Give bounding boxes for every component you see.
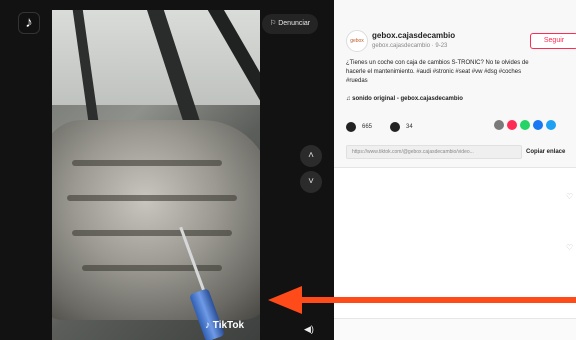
- like-count: 665: [362, 124, 373, 130]
- follow-button[interactable]: Seguir: [530, 33, 576, 49]
- gearbox-image: [52, 120, 260, 320]
- screen: ♪ ⚐ Denunciar ˄ ˅ ♪ TikTok ◀) gebox gebo…: [0, 0, 576, 340]
- gearbox-rib: [67, 195, 237, 201]
- report-button[interactable]: ⚐ Denunciar: [262, 14, 319, 34]
- comment-like-icon[interactable]: ♡: [566, 243, 573, 252]
- chevron-down-icon: ˅: [308, 176, 314, 187]
- whatsapp-icon[interactable]: [520, 120, 530, 130]
- tiktok-logo-icon[interactable]: ♪: [18, 12, 40, 34]
- comment-icon[interactable]: [390, 122, 401, 132]
- sound-link[interactable]: ♫ sonido original - gebox.cajasdecambio: [346, 96, 463, 102]
- twitter-icon[interactable]: [546, 120, 556, 130]
- video-description: ¿Tienes un coche con caja de cambios S-T…: [346, 59, 576, 86]
- details-panel: gebox gebox.cajasdecambio gebox.cajasdec…: [334, 0, 576, 340]
- comment-like-icon[interactable]: ♡: [566, 192, 573, 201]
- video-info: gebox gebox.cajasdecambio gebox.cajasdec…: [334, 0, 576, 168]
- video-link-field[interactable]: https://www.tiktok.com/@gebox.cajasdecam…: [346, 145, 522, 159]
- comment-bar[interactable]: [334, 318, 576, 340]
- gearbox-rib: [72, 230, 232, 236]
- copy-link-button[interactable]: Copiar enlace: [526, 145, 565, 159]
- send-icon[interactable]: [507, 120, 517, 130]
- comment-count: 34: [406, 124, 413, 130]
- watermark-label: TikTok: [212, 320, 245, 331]
- chevron-up-icon: ˄: [308, 150, 314, 161]
- like-icon[interactable]: [346, 122, 356, 132]
- username[interactable]: gebox.cajasdecambio: [372, 31, 455, 40]
- engagement-stats: 665 34: [346, 122, 413, 132]
- next-video-button[interactable]: ˅: [300, 171, 322, 193]
- description-line: #ruedas: [346, 78, 368, 84]
- avatar[interactable]: gebox: [346, 30, 368, 52]
- gearbox-rib: [72, 160, 222, 166]
- annotation-arrow-line: [300, 297, 576, 303]
- report-label: Denunciar: [278, 20, 311, 27]
- description-line: ¿Tienes un coche con caja de cambios S-T…: [346, 60, 529, 66]
- tiktok-watermark: ♪ TikTok: [205, 320, 245, 331]
- video-player[interactable]: [52, 10, 260, 340]
- volume-icon[interactable]: ◀): [304, 324, 314, 335]
- facebook-icon[interactable]: [533, 120, 543, 130]
- embed-icon[interactable]: [494, 120, 504, 130]
- annotation-arrow-head: [268, 286, 302, 314]
- previous-video-button[interactable]: ˄: [300, 145, 322, 167]
- gearbox-rib: [82, 265, 222, 271]
- post-meta: gebox.cajasdecambio · 9-23: [372, 43, 448, 49]
- share-icons: [494, 120, 556, 130]
- description-line: hacerle el mantenimiento. #audi #stronic…: [346, 69, 522, 75]
